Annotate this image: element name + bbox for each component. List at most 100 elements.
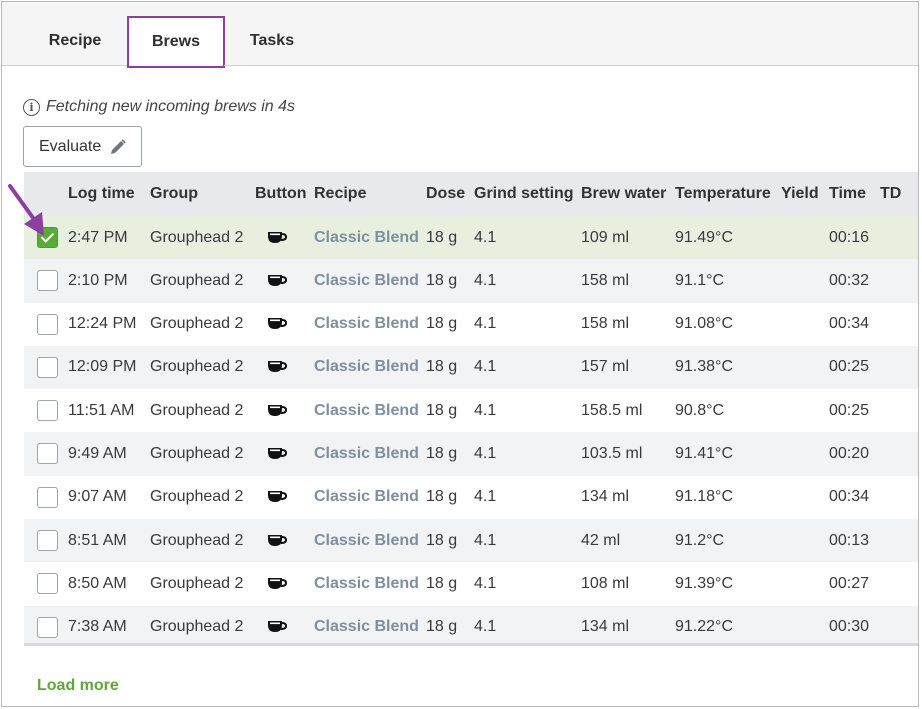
table-row[interactable]: 9:07 AM Grouphead 2 Classic Blend 18 g 4.1 13… <box>24 476 918 519</box>
espresso-cup-icon <box>267 476 287 519</box>
evaluate-button[interactable]: Evaluate <box>23 126 142 167</box>
cell-grind-setting: 4.1 <box>474 618 497 636</box>
table-row[interactable]: 12:09 PM Grouphead 2 Classic Blend 18 g 4.1 1… <box>24 345 918 390</box>
cell-recipe[interactable]: Classic Blend <box>314 476 419 519</box>
row-checkbox[interactable] <box>37 313 58 335</box>
espresso-cup-icon <box>267 432 287 475</box>
table-row[interactable]: 2:47 PM Grouphead 2 Classic Blend 18 g 4.1 10… <box>24 216 918 260</box>
cell-log-time: 7:38 AM <box>68 618 127 636</box>
cell-dose: 18 g <box>426 315 458 333</box>
cell-group: Grouphead 2 <box>150 315 244 333</box>
cell-brew-water: 158 ml <box>581 271 630 289</box>
cell-grind-setting: 4.1 <box>474 271 497 289</box>
table-row[interactable]: 12:24 PM Grouphead 2 Classic Blend 18 g 4.1 1… <box>24 303 918 346</box>
load-more-link[interactable]: Load more <box>37 677 119 695</box>
cell-recipe[interactable]: Classic Blend <box>314 216 419 259</box>
cell-brew-water: 103.5 ml <box>581 444 643 462</box>
cell-time: 00:20 <box>829 444 870 462</box>
cell-recipe[interactable]: Classic Blend <box>314 562 419 605</box>
cell-recipe[interactable]: Classic Blend <box>314 432 419 475</box>
cell-log-time: 11:51 AM <box>68 401 135 419</box>
tab-tasks[interactable]: Tasks <box>224 16 320 66</box>
cell-temperature: 91.1°C <box>675 271 725 289</box>
cell-dose: 18 g <box>426 228 458 246</box>
col-button[interactable]: Button <box>255 172 307 216</box>
cell-grind-setting: 4.1 <box>474 488 497 506</box>
cell-brew-water: 108 ml <box>581 574 630 592</box>
espresso-cup-icon <box>267 303 287 346</box>
cell-group: Grouphead 2 <box>150 574 244 592</box>
col-log-time[interactable]: Log time <box>68 172 135 216</box>
cell-log-time: 9:49 AM <box>68 444 127 462</box>
cell-temperature: 91.22°C <box>675 618 733 636</box>
espresso-cup-icon <box>267 346 287 389</box>
cell-time: 00:13 <box>829 531 870 549</box>
row-checkbox[interactable] <box>37 400 58 422</box>
fetch-status-text: Fetching new incoming brews in 4s <box>46 98 296 115</box>
cell-temperature: 91.38°C <box>675 358 733 376</box>
col-yield[interactable]: Yield <box>781 172 819 216</box>
cell-grind-setting: 4.1 <box>474 574 497 592</box>
row-checkbox[interactable] <box>37 573 58 595</box>
table-row[interactable]: 11:51 AM Grouphead 2 Classic Blend 18 g 4.1 1… <box>24 389 918 432</box>
tab-recipe[interactable]: Recipe <box>22 16 128 66</box>
cell-recipe[interactable]: Classic Blend <box>314 259 419 302</box>
cell-recipe[interactable]: Classic Blend <box>314 519 419 562</box>
col-dose[interactable]: Dose <box>426 172 465 216</box>
cell-dose: 18 g <box>426 618 458 636</box>
cell-dose: 18 g <box>426 488 458 506</box>
cell-group: Grouphead 2 <box>150 618 244 636</box>
annotation-arrow <box>8 184 44 236</box>
cell-group: Grouphead 2 <box>150 531 244 549</box>
cell-dose: 18 g <box>426 271 458 289</box>
row-checkbox[interactable] <box>37 530 58 552</box>
cell-time: 00:34 <box>829 315 870 333</box>
col-td[interactable]: TD <box>880 172 901 216</box>
fetch-status: i Fetching new incoming brews in 4s <box>23 98 295 116</box>
table-row[interactable]: 8:51 AM Grouphead 2 Classic Blend 18 g 4.1 42… <box>24 519 918 563</box>
table-row[interactable]: 2:10 PM Grouphead 2 Classic Blend 18 g 4.1 15… <box>24 259 918 303</box>
row-checkbox[interactable] <box>37 270 58 292</box>
cell-recipe[interactable]: Classic Blend <box>314 303 419 346</box>
cell-log-time: 12:09 PM <box>68 358 137 376</box>
table-row[interactable]: 7:38 AM Grouphead 2 Classic Blend 18 g 4.1 13… <box>24 605 918 643</box>
espresso-cup-icon <box>267 216 287 259</box>
row-checkbox[interactable] <box>37 486 58 508</box>
col-time[interactable]: Time <box>829 172 866 216</box>
table-header: Log time Group Button Recipe Dose Grind … <box>24 172 918 216</box>
cell-temperature: 91.41°C <box>675 444 733 462</box>
cell-dose: 18 g <box>426 531 458 549</box>
col-grind-setting[interactable]: Grind setting <box>474 172 574 216</box>
row-checkbox[interactable] <box>37 356 58 378</box>
table-row[interactable]: 8:50 AM Grouphead 2 Classic Blend 18 g 4.1 10… <box>24 562 918 605</box>
table-row[interactable]: 9:49 AM Grouphead 2 Classic Blend 18 g 4.1 10… <box>24 432 918 476</box>
cell-dose: 18 g <box>426 574 458 592</box>
cell-grind-setting: 4.1 <box>474 531 497 549</box>
brews-table: Log time Group Button Recipe Dose Grind … <box>24 172 918 646</box>
cell-grind-setting: 4.1 <box>474 358 497 376</box>
cell-recipe[interactable]: Classic Blend <box>314 606 419 643</box>
espresso-cup-icon <box>267 519 287 562</box>
cell-temperature: 91.49°C <box>675 228 733 246</box>
espresso-cup-icon <box>267 606 287 643</box>
cell-log-time: 2:47 PM <box>68 228 128 246</box>
cell-dose: 18 g <box>426 401 458 419</box>
cell-dose: 18 g <box>426 444 458 462</box>
cell-time: 00:34 <box>829 488 870 506</box>
cell-grind-setting: 4.1 <box>474 401 497 419</box>
cell-recipe[interactable]: Classic Blend <box>314 389 419 432</box>
pencil-icon <box>111 138 127 154</box>
cell-time: 00:30 <box>829 618 870 636</box>
col-recipe[interactable]: Recipe <box>314 172 366 216</box>
cell-grind-setting: 4.1 <box>474 315 497 333</box>
evaluate-label: Evaluate <box>39 137 102 155</box>
cell-group: Grouphead 2 <box>150 228 244 246</box>
table-body: 2:47 PM Grouphead 2 Classic Blend 18 g 4.1 10… <box>24 216 918 643</box>
cell-recipe[interactable]: Classic Blend <box>314 346 419 389</box>
col-group[interactable]: Group <box>150 172 198 216</box>
row-checkbox[interactable] <box>37 616 58 638</box>
tab-brews[interactable]: Brews <box>127 16 225 68</box>
row-checkbox[interactable] <box>37 443 58 465</box>
col-brew-water[interactable]: Brew water <box>581 172 666 216</box>
col-temperature[interactable]: Temperature <box>675 172 771 216</box>
